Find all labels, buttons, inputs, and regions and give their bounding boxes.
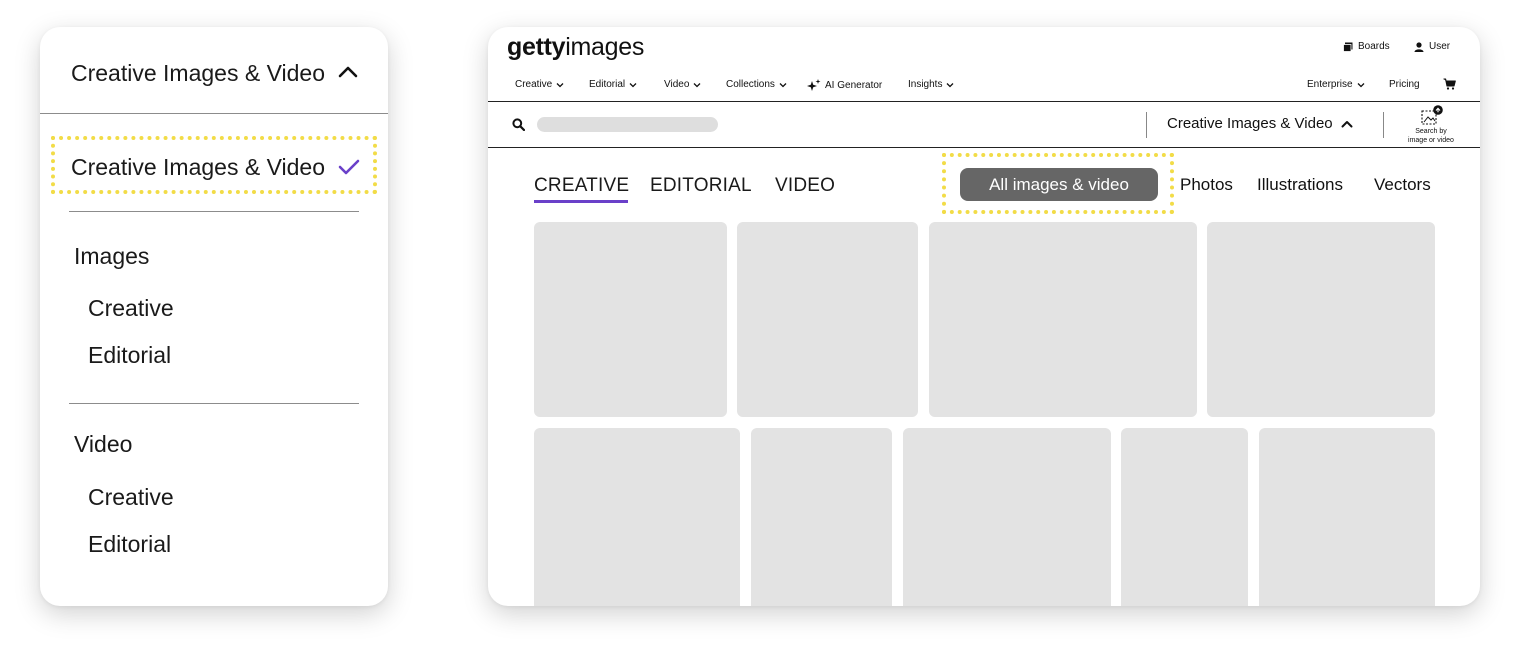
- getty-page-wireframe: gettyimages Boards User Creative Editori…: [488, 27, 1480, 606]
- chevron-up-icon: [1341, 120, 1353, 127]
- sparkle-icon: [807, 79, 821, 91]
- search-bar: Creative Images & Video Search by image …: [488, 102, 1480, 147]
- cart-button[interactable]: [1443, 78, 1456, 90]
- chevron-down-icon: [1357, 82, 1365, 87]
- image-tile[interactable]: [1121, 428, 1248, 606]
- chevron-up-icon: [338, 66, 358, 78]
- logo-bold: getty: [507, 33, 566, 61]
- chevron-down-icon: [779, 82, 787, 87]
- filter-photos[interactable]: Photos: [1180, 175, 1233, 195]
- dropdown-option-video-editorial[interactable]: Editorial: [88, 531, 171, 558]
- nav-enterprise-label: Enterprise: [1307, 79, 1353, 90]
- dropdown-group-images: Images: [74, 243, 150, 269]
- image-tile[interactable]: [1259, 428, 1435, 606]
- search-divider-line: [488, 147, 1480, 148]
- cart-icon: [1443, 78, 1456, 90]
- nav-editorial[interactable]: Editorial: [589, 79, 637, 90]
- nav-collections-label: Collections: [726, 79, 775, 90]
- nav-video-label: Video: [664, 79, 690, 90]
- chevron-down-icon: [629, 82, 637, 87]
- image-tile[interactable]: [903, 428, 1111, 606]
- search-icon[interactable]: [512, 118, 525, 131]
- search-input[interactable]: [537, 117, 718, 132]
- boards-label: Boards: [1358, 41, 1390, 52]
- logo-light: images: [565, 33, 645, 61]
- nav-ai-generator[interactable]: AI Generator: [807, 79, 882, 92]
- dropdown-header-label: Creative Images & Video: [71, 60, 325, 86]
- user-label: User: [1429, 41, 1451, 52]
- nav-insights[interactable]: Insights: [908, 79, 954, 90]
- nav-insights-label: Insights: [908, 79, 943, 90]
- search-by-image-line2: image or video: [1408, 137, 1454, 144]
- image-tile[interactable]: [751, 428, 892, 606]
- image-tile[interactable]: [534, 222, 727, 417]
- dropdown-option-images-creative[interactable]: Creative: [88, 295, 174, 322]
- user-icon: [1414, 41, 1424, 52]
- nav-creative-label: Creative: [515, 79, 553, 90]
- tab-editorial[interactable]: EDITORIAL: [650, 175, 752, 197]
- filter-vectors[interactable]: Vectors: [1374, 175, 1431, 195]
- image-upload-icon: [1421, 105, 1443, 125]
- dropdown-option-label: Creative Images & Video: [71, 154, 325, 180]
- chevron-down-icon: [556, 82, 564, 87]
- dropdown-option-video-creative[interactable]: Creative: [88, 484, 174, 511]
- search-divider: [1383, 112, 1384, 138]
- dropdown-option-images-editorial[interactable]: Editorial: [88, 342, 171, 369]
- filter-illustrations[interactable]: Illustrations: [1257, 175, 1343, 195]
- image-tile[interactable]: [929, 222, 1197, 417]
- dropdown-option-creative-images-video[interactable]: Creative Images & Video: [51, 136, 377, 194]
- nav-ai-generator-label: AI Generator: [825, 80, 883, 91]
- tab-video[interactable]: VIDEO: [775, 175, 835, 197]
- dropdown-header[interactable]: Creative Images & Video: [40, 27, 388, 114]
- search-by-image-line1: Search by: [1415, 128, 1447, 135]
- search-divider: [1146, 112, 1147, 138]
- getty-logo[interactable]: gettyimages: [507, 33, 644, 62]
- checkmark-icon: [338, 159, 360, 175]
- image-tile[interactable]: [737, 222, 918, 417]
- nav-pricing-label: Pricing: [1389, 79, 1420, 90]
- nav-pricing[interactable]: Pricing: [1389, 79, 1420, 90]
- nav-collections[interactable]: Collections: [726, 79, 787, 90]
- chevron-down-icon: [693, 82, 701, 87]
- search-by-image-button[interactable]: Search by image or video: [1401, 103, 1461, 147]
- dropdown-divider: [69, 403, 359, 404]
- search-by-image-label: Search by image or video: [1401, 127, 1461, 145]
- image-tile[interactable]: [1207, 222, 1435, 417]
- search-type-label: Creative Images & Video: [1167, 115, 1333, 132]
- nav-editorial-label: Editorial: [589, 79, 626, 90]
- nav-enterprise[interactable]: Enterprise: [1307, 79, 1365, 90]
- filter-all-images-video[interactable]: All images & video: [960, 168, 1158, 201]
- chevron-down-icon: [947, 82, 954, 87]
- active-tab-underline: [534, 200, 628, 203]
- search-type-selector[interactable]: Creative Images & Video: [1167, 115, 1353, 132]
- user-link[interactable]: User: [1414, 41, 1450, 52]
- search-type-dropdown: Creative Images & Video Creative Images …: [40, 27, 388, 606]
- nav-creative[interactable]: Creative: [515, 79, 564, 90]
- nav-video[interactable]: Video: [664, 79, 701, 90]
- dropdown-group-video: Video: [74, 431, 133, 457]
- tab-creative[interactable]: CREATIVE: [534, 175, 629, 197]
- dropdown-divider: [69, 211, 359, 212]
- boards-icon: [1343, 42, 1353, 52]
- boards-link[interactable]: Boards: [1343, 41, 1390, 52]
- image-tile[interactable]: [534, 428, 740, 606]
